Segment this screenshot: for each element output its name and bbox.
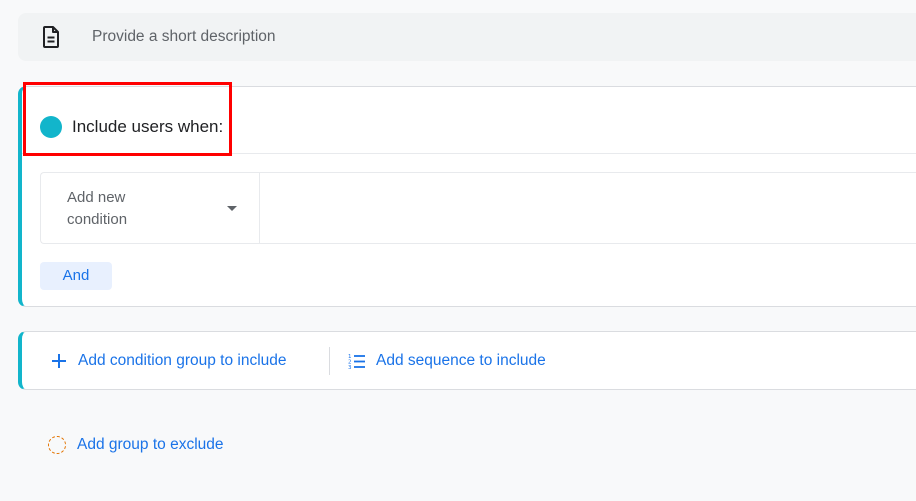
caret-down-icon — [227, 206, 237, 211]
divider — [329, 347, 330, 375]
svg-text:3: 3 — [348, 365, 352, 370]
description-input[interactable] — [92, 25, 792, 49]
add-new-condition-dropdown[interactable]: Add new condition — [41, 173, 260, 243]
add-include-card: Add condition group to include 1 2 3 Add… — [18, 331, 916, 390]
condition-row: Add new condition — [40, 172, 916, 244]
plus-icon — [52, 354, 66, 368]
add-exclude-group-label: Add group to exclude — [77, 436, 224, 453]
description-bar — [18, 13, 916, 61]
document-icon — [43, 26, 59, 48]
include-group-header: Include users when: — [22, 87, 916, 154]
add-condition-group-button[interactable]: Add condition group to include — [50, 348, 287, 374]
add-new-condition-label: Add new condition — [67, 189, 128, 228]
and-button[interactable]: And — [40, 262, 112, 290]
add-condition-group-label: Add condition group to include — [78, 352, 287, 369]
add-sequence-label: Add sequence to include — [376, 352, 546, 369]
include-group-title: Include users when: — [72, 117, 224, 136]
sequence-list-icon: 1 2 3 — [348, 354, 365, 370]
add-exclude-group-button[interactable]: Add group to exclude — [48, 432, 224, 458]
include-group-dot-icon — [40, 116, 62, 138]
add-sequence-button[interactable]: 1 2 3 Add sequence to include — [348, 348, 546, 374]
include-group-card: Include users when: Add new condition An… — [18, 86, 916, 307]
dashed-circle-icon — [48, 436, 66, 454]
